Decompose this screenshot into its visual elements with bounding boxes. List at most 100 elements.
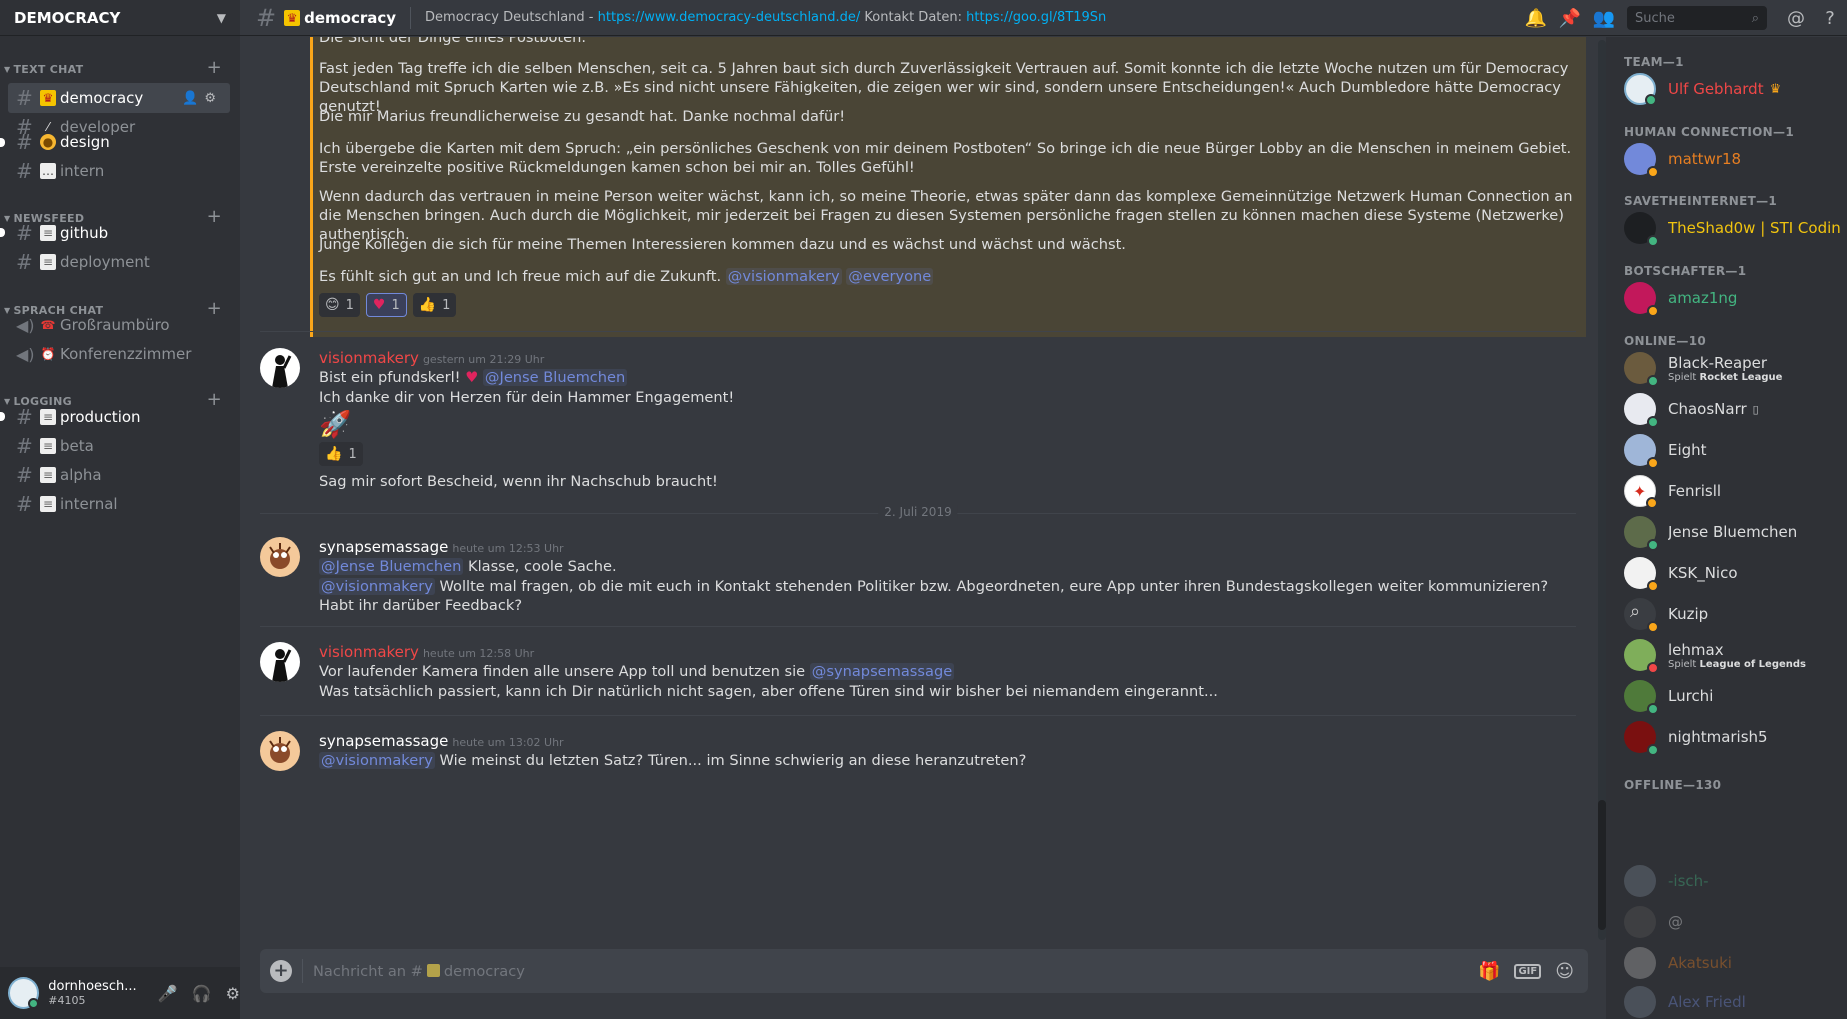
invite-icon[interactable]: 👤 [182,91,204,106]
channel-beta[interactable]: # ≡ beta [8,431,230,461]
chevron-down-icon[interactable]: ▼ [217,11,226,25]
channel-grossraumbuero[interactable]: ◀) ☎ Großraumbüro [8,310,230,340]
avatar[interactable] [8,977,40,1009]
search-input[interactable]: Suche ⌕ [1627,6,1767,30]
idle-status-icon [1647,621,1659,633]
mention[interactable]: @visionmakery [725,268,842,285]
online-status-icon [1647,375,1659,387]
message-list: Die Sicht der Dinge eines Postboten. Fas… [240,37,1603,945]
avatar[interactable] [260,348,300,388]
channel-production[interactable]: # ≡ production [8,402,230,432]
mentions-icon[interactable]: @ [1779,8,1813,29]
channel-label: github [60,224,109,242]
hash-icon: # [16,492,33,516]
scrollbar-thumb[interactable] [1598,800,1606,930]
reaction-smile[interactable]: 😊 1 [319,293,360,317]
member-lurchi[interactable]: Lurchi [1624,677,1840,715]
channel-internal[interactable]: # ≡ internal [8,489,230,519]
member-akatsuki[interactable]: Akatsuki [1624,944,1840,982]
dnd-status-icon [1647,662,1659,674]
member-list-icon[interactable]: 👥 [1587,8,1621,29]
gift-icon[interactable]: 🎁 [1478,961,1500,982]
member-lehmax[interactable]: lehmax Spielt League of Legends [1624,636,1840,674]
member-alex-friedl[interactable]: Alex Friedl [1624,985,1840,1019]
mention[interactable]: @visionmakery [319,752,435,769]
gif-icon[interactable]: GIF [1514,963,1542,979]
mobile-icon: ▯ [1752,402,1759,416]
message-text: Ich danke dir von Herzen für dein Hammer… [319,389,735,406]
avatar[interactable] [260,642,300,682]
message-input[interactable]: Nachricht an # democracy [313,963,1478,980]
reaction-thumbs-up[interactable]: 👍 1 [412,293,457,317]
member-nightmarish5[interactable]: nightmarish5 [1624,718,1840,756]
channel-deployment[interactable]: # ≡ deployment [8,247,230,277]
unread-indicator [0,228,5,237]
help-icon[interactable]: ? [1813,8,1847,29]
headphones-icon[interactable]: 🎧 [192,984,212,1003]
member-ulf-gebhardt[interactable]: Ulf Gebhardt ♛ [1624,70,1840,108]
avatar[interactable] [260,537,300,577]
mention[interactable]: @everyone [846,268,934,285]
member-ksk-nico[interactable]: KSK_Nico [1624,554,1840,592]
message-composer[interactable]: + Nachricht an # democracy 🎁 GIF ☺ [260,949,1588,993]
gear-icon[interactable]: ⚙ [226,984,240,1003]
message-author[interactable]: synapsemassage heute um 13:02 Uhr [319,732,564,750]
gear-icon[interactable]: ⚙ [204,91,222,106]
avatar[interactable] [260,731,300,771]
user-info[interactable]: dornhoesch... #4105 [48,979,144,1007]
member-fenrisll[interactable]: ✦ Fenrisll [1624,472,1840,510]
avatar: ✦ [1624,475,1658,509]
upload-plus-icon[interactable]: + [270,960,292,982]
online-status-icon [1647,744,1659,756]
member-at[interactable]: @ [1624,903,1840,941]
guild-header[interactable]: DEMOCRACY ▼ [0,0,240,36]
timestamp: heute um 13:02 Uhr [452,736,564,749]
member-theshad0w[interactable]: TheShad0w | STI Codin... [1624,209,1840,247]
member-kuzip[interactable]: ⌕ Kuzip [1624,595,1840,633]
message-author[interactable]: synapsemassage heute um 12:53 Uhr [319,538,564,556]
add-channel-icon[interactable]: + [207,57,222,78]
pin-icon[interactable]: 📌 [1553,8,1587,29]
username: dornhoesch... [48,979,137,994]
mention[interactable]: @visionmakery [319,578,435,595]
member-group-header: ONLINE—10 [1624,334,1706,348]
message-author[interactable]: visionmakery gestern um 21:29 Uhr [319,349,544,367]
channel-konferenzzimmer[interactable]: ◀) ⏰ Konferenzzimmer [8,339,230,369]
mention[interactable]: @Jense Bluemchen [482,369,628,386]
reaction-heart[interactable]: ♥ 1 [365,293,407,317]
member-black-reaper[interactable]: Black-Reaper Spielt Rocket League [1624,349,1840,387]
topic-link-contact[interactable]: https://goo.gl/8T19Sn [966,10,1106,25]
topic-link-website[interactable]: https://www.democracy-deutschland.de/ [598,10,861,25]
member-name: mattwr18 [1668,150,1742,168]
activity-game: Rocket League [1699,371,1783,383]
memo-emoji-icon: ≡ [40,225,56,241]
member-name: Fenrisll [1668,482,1722,500]
mention[interactable]: @Jense Bluemchen [319,558,464,575]
member-isch[interactable]: -isch- [1624,862,1840,900]
mention[interactable]: @synapsemassage [809,663,955,680]
member-amaz1ng[interactable]: amaz1ng [1624,279,1840,317]
channel-design[interactable]: # ● design [8,127,230,157]
member-name: amaz1ng [1668,289,1738,307]
channel-democracy[interactable]: # ♛ democracy 👤⚙ [8,83,230,113]
placeholder-channel: democracy [443,962,525,980]
member-jense-bluemchen[interactable]: Jense Bluemchen [1624,513,1840,551]
reaction-thumbs-up[interactable]: 👍 1 [319,442,363,466]
member-eight[interactable]: Eight [1624,431,1840,469]
microphone-icon[interactable]: 🎤 [158,984,178,1003]
channel-intern[interactable]: # … intern [8,156,230,186]
member-chaosnarr[interactable]: ChaosNarr ▯ [1624,390,1840,428]
avatar [1624,516,1659,551]
member-mattwr18[interactable]: mattwr18 [1624,140,1840,178]
speaker-icon: ◀) [16,344,35,364]
channel-tools: 👤⚙ [182,91,222,106]
category-text-chat[interactable]: ▼ TEXT CHAT + [0,57,240,79]
scrollbar[interactable] [1598,40,1606,940]
channel-alpha[interactable]: # ≡ alpha [8,460,230,490]
channel-github[interactable]: # ≡ github [8,218,230,248]
emoji-picker-icon[interactable]: ☺ [1555,961,1574,982]
hash-icon: # [16,86,33,110]
bell-icon[interactable]: 🔔 [1519,8,1553,29]
message-author[interactable]: visionmakery heute um 12:58 Uhr [319,643,534,661]
author-name: synapsemassage [319,732,449,750]
